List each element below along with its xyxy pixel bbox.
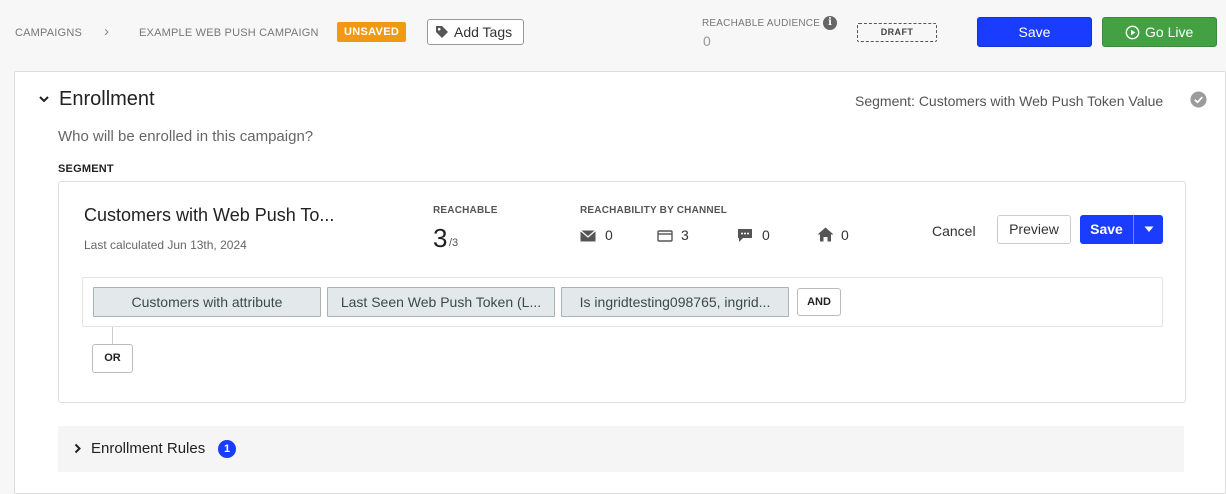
segment-name: Customers with Web Push To... [84,205,335,225]
enrollment-question: Who will be enrolled in this campaign? [58,128,314,145]
channel-email-value: 0 [605,227,613,243]
enrollment-rules-title: Enrollment Rules [91,440,206,457]
rule-chip-type[interactable]: Customers with attribute [93,287,321,317]
segment-preview-button[interactable]: Preview [997,215,1071,244]
enrollment-rules-toggle[interactable]: Enrollment Rules 1 [58,426,1184,472]
segment-card: Customers with Web Push To... Last calcu… [58,181,1186,403]
reachability-by-channel-label: REACHABILITY BY CHANNEL [580,205,728,216]
breadcrumb-separator: › [104,23,109,40]
enrollment-rules-count-badge: 1 [218,440,236,458]
go-live-button[interactable]: Go Live [1102,17,1217,47]
channel-home-value: 0 [841,227,849,243]
reachable-total: /3 [449,237,459,249]
segment-save-button[interactable]: Save [1080,215,1133,244]
draft-badge: DRAFT [857,23,937,42]
last-calculated: Last calculated Jun 13th, 2024 [84,238,247,252]
or-button[interactable]: OR [92,344,133,373]
segment-save-dropdown[interactable] [1133,215,1163,244]
segment-rule-row: Customers with attribute Last Seen Web P… [82,277,1163,327]
info-icon[interactable]: i [823,16,837,30]
browser-icon [657,230,673,242]
enrollment-panel: Enrollment Segment: Customers with Web P… [14,71,1226,494]
add-tags-button[interactable]: Add Tags [427,19,524,45]
rule-connector-line [112,327,113,344]
reachable-audience-value: 0 [703,33,711,49]
chevron-down-icon[interactable] [37,92,51,106]
breadcrumb-campaign-name[interactable]: EXAMPLE WEB PUSH CAMPAIGN [139,27,319,39]
chevron-right-icon [74,443,81,454]
and-button[interactable]: AND [797,288,841,316]
tag-icon [436,26,448,38]
segment-label: SEGMENT [58,163,114,175]
reachable-audience-label: REACHABLE AUDIENCE [702,18,821,29]
email-icon [580,230,596,242]
sms-icon [738,229,752,242]
segment-summary: Segment: Customers with Web Push Token V… [855,93,1164,109]
add-tags-label: Add Tags [454,24,513,40]
rule-chip-value[interactable]: Is ingridtesting098765, ingrid... [561,287,789,317]
enrollment-title[interactable]: Enrollment [59,88,155,111]
rule-chip-attribute[interactable]: Last Seen Web Push Token (L... [327,287,555,317]
home-icon [817,227,834,242]
channel-browser-value: 3 [681,227,689,243]
segment-cancel-button[interactable]: Cancel [932,223,976,239]
top-bar: CAMPAIGNS › EXAMPLE WEB PUSH CAMPAIGN UN… [0,0,1226,66]
check-circle-icon [1190,91,1207,108]
unsaved-badge: UNSAVED [337,22,407,42]
caret-down-icon [1144,226,1154,232]
save-button[interactable]: Save [977,17,1092,47]
reachable-value: 3 [433,223,448,253]
go-live-label: Go Live [1145,24,1194,40]
breadcrumb-campaigns[interactable]: CAMPAIGNS [15,27,82,39]
channel-sms-value: 0 [762,227,770,243]
play-circle-icon [1125,25,1140,40]
reachable-label: REACHABLE [433,205,498,216]
